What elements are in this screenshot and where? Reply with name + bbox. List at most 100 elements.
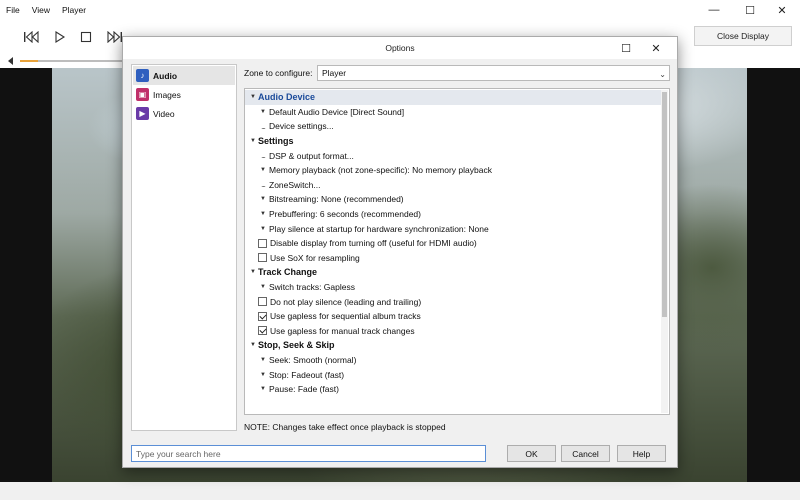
checkbox[interactable] — [258, 311, 267, 321]
tree-row-label: Memory playback (not zone-specific): No … — [269, 165, 492, 176]
skip-back-icon — [24, 31, 39, 43]
scrollbar-thumb[interactable] — [662, 92, 667, 317]
restart-note: NOTE: Changes take effect once playback … — [244, 422, 446, 432]
tree-option[interactable]: ... Device settings... — [245, 119, 661, 134]
dialog-close-button[interactable]: ✕ — [641, 37, 671, 59]
expand-arrow-icon: ▼ — [260, 211, 266, 218]
category-label: Audio — [153, 70, 178, 81]
checkbox[interactable] — [258, 253, 267, 263]
tree-option[interactable]: ▼ Stop: Fadeout (fast) — [245, 367, 661, 382]
play-button[interactable] — [50, 28, 70, 46]
options-dialog: Options ☐ ✕ ♪ Audio ▣ Images ▶ Video Zon… — [122, 36, 678, 468]
tree-section-header[interactable]: ▼ Track Change — [245, 265, 661, 280]
expand-arrow-icon: ▼ — [260, 357, 266, 364]
tree-option[interactable]: ▼ Seek: Smooth (normal) — [245, 353, 661, 368]
tree-option[interactable]: Disable display from turning off (useful… — [245, 236, 661, 251]
tree-option[interactable]: ▼ Prebuffering: 6 seconds (recommended) — [245, 207, 661, 222]
tree-row-label: DSP & output format... — [269, 150, 354, 161]
ellipsis-icon: ... — [261, 151, 266, 161]
caret-down-icon[interactable]: ▼ — [248, 138, 258, 144]
tree-section-header[interactable]: ▼ Settings — [245, 134, 661, 149]
tree-option[interactable]: ... DSP & output format... — [245, 148, 661, 163]
category-label: Images — [153, 89, 181, 100]
tree-option[interactable]: ... ZoneSwitch... — [245, 178, 661, 193]
tree-row-label: Settings — [258, 136, 294, 147]
tree-row-label: Use SoX for resampling — [270, 252, 360, 263]
checkbox[interactable] — [258, 326, 267, 336]
tree-row-label: Default Audio Device [Direct Sound] — [269, 106, 405, 117]
menu-view[interactable]: View — [26, 0, 56, 20]
tree-scrollbar[interactable] — [661, 90, 668, 413]
menu-player[interactable]: Player — [56, 0, 92, 20]
tree-row-label: Stop, Seek & Skip — [258, 340, 335, 351]
tree-section-header[interactable]: ▼ Stop, Seek & Skip — [245, 338, 661, 353]
maximize-button[interactable]: ☐ — [732, 0, 768, 20]
tree-row-label: Use gapless for manual track changes — [270, 325, 415, 336]
expand-arrow-icon: ▼ — [260, 167, 266, 174]
image-icon: ▣ — [136, 88, 149, 101]
next-track-button[interactable] — [104, 28, 124, 46]
search-input[interactable] — [131, 445, 486, 462]
previous-track-button[interactable] — [22, 28, 42, 46]
checkbox[interactable] — [258, 297, 267, 307]
play-icon — [55, 31, 66, 43]
menu-file[interactable]: File — [0, 0, 26, 20]
chevron-down-icon: ⌄ — [659, 70, 666, 79]
tree-option[interactable]: ▼ Switch tracks: Gapless — [245, 280, 661, 295]
seek-back-arrow-icon[interactable] — [8, 57, 13, 65]
caret-down-icon[interactable]: ▼ — [248, 269, 258, 275]
dialog-titlebar: Options ☐ ✕ — [123, 37, 677, 59]
tree-option[interactable]: ▼ Default Audio Device [Direct Sound] — [245, 105, 661, 120]
ok-button[interactable]: OK — [507, 445, 556, 462]
expand-arrow-icon: ▼ — [260, 284, 266, 291]
music-note-icon: ♪ — [136, 69, 149, 82]
category-list: ♪ Audio ▣ Images ▶ Video — [131, 64, 237, 431]
caret-down-icon[interactable]: ▼ — [248, 94, 258, 100]
dialog-title: Options — [385, 43, 415, 53]
close-display-button[interactable]: Close Display — [694, 26, 792, 46]
expand-arrow-icon: ▼ — [260, 225, 266, 232]
tree-option[interactable]: ▼ Play silence at startup for hardware sy… — [245, 221, 661, 236]
dialog-maximize-button[interactable]: ☐ — [611, 37, 641, 59]
tree-option[interactable]: Use gapless for sequential album tracks — [245, 309, 661, 324]
tree-row-label: Prebuffering: 6 seconds (recommended) — [269, 209, 421, 220]
tree-row-label: Seek: Smooth (normal) — [269, 355, 357, 366]
tree-row-label: Pause: Fade (fast) — [269, 384, 339, 395]
checkbox[interactable] — [258, 238, 267, 248]
expand-arrow-icon: ▼ — [260, 371, 266, 378]
expand-arrow-icon: ▼ — [260, 386, 266, 393]
caret-down-icon[interactable]: ▼ — [248, 342, 258, 348]
tree-option[interactable]: ▼ Bitstreaming: None (recommended) — [245, 192, 661, 207]
tree-option[interactable]: Use gapless for manual track changes — [245, 324, 661, 339]
stop-button[interactable] — [76, 28, 96, 46]
expand-arrow-icon: ▼ — [260, 196, 266, 203]
tree-option[interactable]: ▼ Memory playback (not zone-specific): No… — [245, 163, 661, 178]
settings-tree: ▼ Audio Device ▼ Default Audio Device [Dire… — [244, 88, 670, 415]
cancel-button[interactable]: Cancel — [561, 445, 610, 462]
close-button[interactable]: ✕ — [764, 0, 800, 20]
tree-row-label: Disable display from turning off (useful… — [270, 238, 477, 249]
category-label: Video — [153, 108, 175, 119]
tree-row-label: Track Change — [258, 267, 318, 278]
tree-row-label: ZoneSwitch... — [269, 179, 321, 190]
menu-bar: File View Player — [0, 0, 800, 20]
category-images[interactable]: ▣ Images — [133, 85, 235, 104]
ellipsis-icon: ... — [261, 180, 266, 190]
zone-value: Player — [322, 68, 347, 78]
category-video[interactable]: ▶ Video — [133, 104, 235, 123]
help-button[interactable]: Help — [617, 445, 666, 462]
zone-label: Zone to configure: — [244, 68, 313, 78]
tree-row-label: Stop: Fadeout (fast) — [269, 369, 345, 380]
minimize-button[interactable]: — — [696, 0, 732, 20]
tree-option[interactable]: ▼ Pause: Fade (fast) — [245, 382, 661, 397]
tree-row-label: Use gapless for sequential album tracks — [270, 311, 421, 322]
category-audio[interactable]: ♪ Audio — [133, 66, 235, 85]
tree-row-label: Audio Device — [258, 92, 316, 103]
stop-icon — [80, 31, 92, 43]
tree-option[interactable]: Use SoX for resampling — [245, 251, 661, 266]
seek-progress — [20, 60, 38, 62]
tree-option[interactable]: Do not play silence (leading and trailin… — [245, 294, 661, 309]
tree-section-header[interactable]: ▼ Audio Device — [245, 90, 661, 105]
seek-track[interactable] — [20, 60, 125, 62]
zone-select[interactable]: Player ⌄ — [317, 65, 670, 81]
